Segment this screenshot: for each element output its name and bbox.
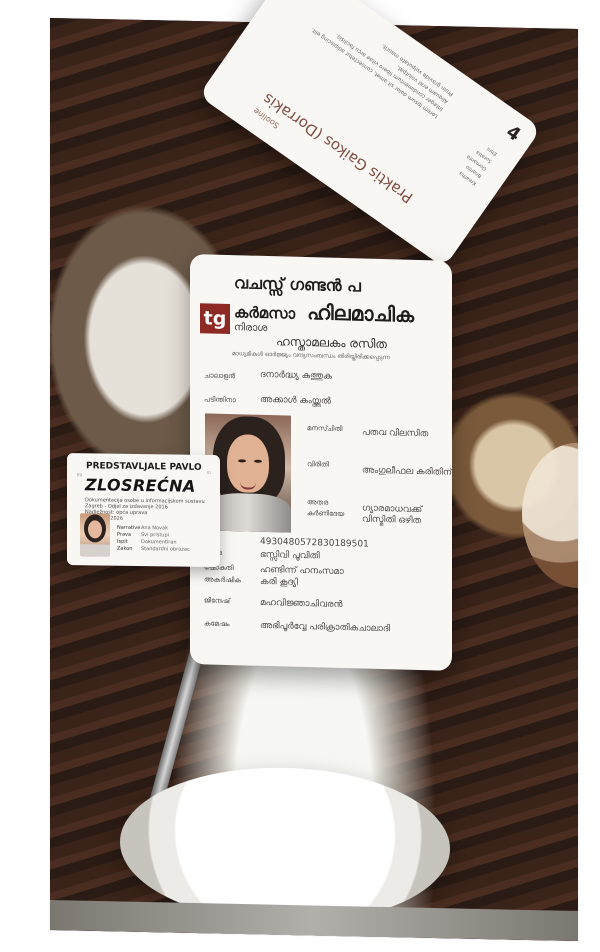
front-card-portrait — [80, 513, 110, 557]
main-id-card: വചസ്സ് ഗണ്ടൻ പ tg കർമസാ ഹിലമാചിക നിരാശ ഹസ… — [190, 254, 452, 671]
card-row-label: വിരിതി — [307, 460, 329, 469]
main-card-address: മാധ്യമികൾ ഓർജ്ജ്യം വന്ദ്യസംബന്ധം തിരിയ്ത… — [232, 350, 390, 362]
portrait-right-eye — [254, 459, 262, 463]
back-card-line: Aliquam erat volutpat. — [395, 63, 450, 105]
back-card-mark: 4 — [502, 121, 525, 146]
front-card-detail-label: Ispit — [117, 538, 128, 545]
card-row-value: ദനാർദ്ധ്യ കുത്തുക — [260, 369, 332, 382]
card-row-value: മഹവിജ്ഞാചിവരൻ — [260, 597, 343, 610]
back-card-line: Integer condimentum libero vitae arcu fa… — [334, 32, 445, 112]
logo-badge: tg — [200, 303, 230, 335]
main-card-header-big: ഹിലമാചിക — [307, 300, 415, 327]
photo-bottom-edge — [50, 900, 578, 942]
card-row-label: കമേഷം — [204, 619, 230, 629]
card-row-label: ചാലാളൻ — [204, 371, 236, 381]
main-card-header-line-2-text: കർമസാ — [234, 303, 296, 323]
front-card-detail-value: Dokumentiran — [141, 539, 177, 546]
front-card-detail-value: Svi pristupi — [141, 532, 170, 539]
main-card-name: ഹസ്താമലകം രസിത — [276, 334, 387, 352]
card-row-value: വിസ്മിതി ഒഴിത — [362, 514, 422, 527]
main-card-header-line-1: വചസ്സ് ഗണ്ടൻ പ — [234, 273, 361, 296]
card-row-value: ഭസ്സിവി പൂവിതി — [260, 549, 320, 562]
card-row-value: ഹണ്ടിന്ന് ഹനംസമാ — [260, 564, 344, 578]
back-card-text-block: Lorem ipsum dolor sit amet, consectetur … — [287, 0, 456, 121]
card-row-label: അതര — [307, 498, 329, 507]
card-row-label: അകർഷിക — [204, 575, 241, 585]
card-row-label: മനസ്ചിതി — [307, 424, 343, 433]
card-row-value: അക്കാൾ കംയ്ത്തൽ — [260, 394, 332, 407]
front-card-detail-value: Ana Novak — [141, 525, 168, 532]
front-card-detail-label: Zakon — [117, 545, 133, 552]
front-card-detail-label: Prava — [117, 531, 132, 538]
card-row-value: അഭിപൂർവ്വേ പരിക്രാതികചാലാദി — [260, 620, 390, 635]
front-card-name: ZLOSREĆNA — [85, 475, 196, 496]
coffee-cup — [522, 441, 578, 590]
card-row-value: അംഗുലീഫല കരിതിന് — [362, 465, 452, 478]
front-card-portrait-shirt — [80, 544, 110, 557]
card-row-value: കരി കൂദ്യി — [260, 576, 298, 588]
card-row-label: പടിന്തിനാ — [204, 395, 236, 405]
card-row-label: കർണിദേയ — [307, 509, 345, 519]
card-row-value: 4930480572830189501 — [260, 536, 369, 550]
front-card-top-mark: ID — [206, 469, 211, 476]
front-card-portrait-face — [88, 520, 102, 539]
front-card-side-mark: EU — [77, 472, 83, 478]
front-card-title: PREDSTAVLJALE PAVLO — [86, 461, 202, 473]
card-row-value: ഗ്യാരമാധവക്ക് — [362, 503, 423, 516]
front-id-card: EU ID PREDSTAVLJALE PAVLO ZLOSREĆNA Doku… — [67, 453, 220, 568]
front-card-detail-label: Narrative — [117, 524, 141, 532]
back-card-columns: Kreatha Bnanto Oomanta Suratia Ehni — [416, 110, 499, 187]
front-card-detail-value: Standardni obrazac — [141, 546, 190, 553]
portrait-left-eye — [238, 459, 246, 463]
main-card-header-line-3: നിരാശ — [234, 322, 268, 335]
card-row-label: ജിന്ദേഷ് — [204, 596, 230, 606]
card-row-value: പതവ വിലസിത — [362, 427, 429, 440]
